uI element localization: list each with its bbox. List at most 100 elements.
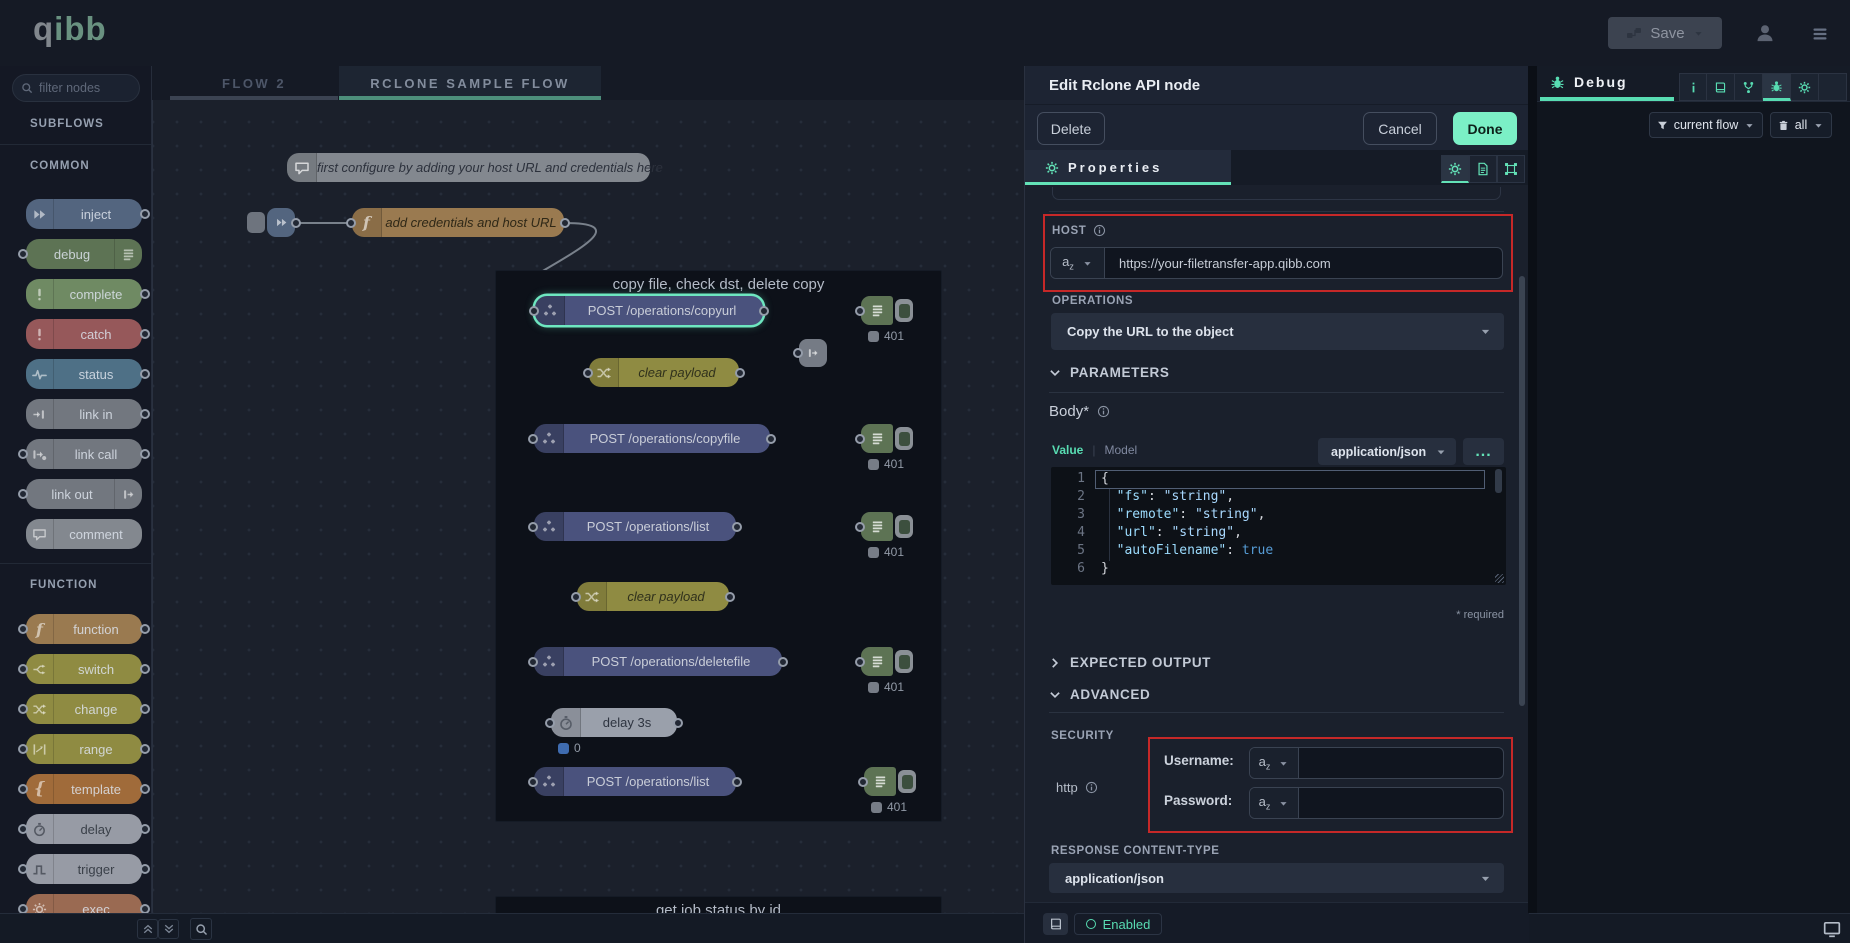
output-port[interactable] <box>140 449 150 459</box>
palette-item-catch[interactable]: catch <box>26 319 142 349</box>
input-port[interactable] <box>18 664 28 674</box>
node-fn1[interactable]: fadd credentials and host URL <box>352 208 564 237</box>
input-port[interactable] <box>793 348 803 358</box>
username-type-selector[interactable]: az <box>1250 748 1299 778</box>
node-debug[interactable] <box>864 767 916 796</box>
input-port[interactable] <box>855 657 865 667</box>
code-line[interactable]: 6} <box>1051 561 1506 579</box>
debug-clear-button[interactable]: all <box>1770 112 1832 138</box>
code-line[interactable]: 5 "autoFilename": true <box>1051 543 1506 561</box>
node-comment1[interactable]: first configure by adding your host URL … <box>287 153 650 182</box>
output-port[interactable] <box>766 434 776 444</box>
parameters-section-header[interactable]: PARAMETERS <box>1049 365 1170 380</box>
node-copyurl[interactable]: POST /operations/copyurl <box>535 296 763 325</box>
debug-toggle-button[interactable] <box>895 650 913 673</box>
editor-resize-handle[interactable] <box>1495 574 1504 583</box>
response-content-type-dropdown[interactable]: application/json <box>1049 863 1504 893</box>
body-code-editor[interactable]: 1{2 "fs": "string",3 "remote": "string",… <box>1051 467 1506 585</box>
expected-output-section-header[interactable]: EXPECTED OUTPUT <box>1049 655 1211 670</box>
node-list1[interactable]: POST /operations/list <box>534 512 736 541</box>
info-icon[interactable] <box>1093 224 1106 237</box>
palette-section-common[interactable]: COMMON <box>0 154 152 178</box>
input-port[interactable] <box>18 864 28 874</box>
flow-tab-1[interactable]: FLOW 2 <box>170 66 338 100</box>
tab-model[interactable]: Model <box>1104 443 1137 457</box>
node-debug[interactable] <box>861 424 913 453</box>
output-port[interactable] <box>735 368 745 378</box>
output-port[interactable] <box>140 744 150 754</box>
sidebar-toggle-icon[interactable] <box>1822 920 1842 938</box>
input-port[interactable] <box>346 218 356 228</box>
sidebar-tab-book[interactable] <box>1707 73 1735 101</box>
palette-item-function[interactable]: ffunction <box>26 614 142 644</box>
cancel-button[interactable]: Cancel <box>1363 112 1437 145</box>
palette-item-range[interactable]: range <box>26 734 142 764</box>
output-port[interactable] <box>140 864 150 874</box>
palette-item-complete[interactable]: complete <box>26 279 142 309</box>
zoom-button[interactable] <box>190 918 212 940</box>
node-copyfile[interactable]: POST /operations/copyfile <box>534 424 770 453</box>
debug-toggle-button[interactable] <box>895 515 913 538</box>
output-port[interactable] <box>140 369 150 379</box>
user-icon[interactable] <box>1755 23 1775 43</box>
debug-toggle-button[interactable] <box>898 770 916 793</box>
palette-collapse-button[interactable] <box>137 919 158 939</box>
palette-item-link-call[interactable]: link call <box>26 439 142 469</box>
palette-section-subflows[interactable]: SUBFLOWS <box>0 112 152 136</box>
output-port[interactable] <box>732 777 742 787</box>
palette-section-function[interactable]: FUNCTION <box>0 573 152 597</box>
enabled-toggle[interactable]: Enabled <box>1074 913 1162 935</box>
code-line[interactable]: 3 "remote": "string", <box>1051 507 1506 525</box>
palette-item-switch[interactable]: switch <box>26 654 142 684</box>
search-input[interactable] <box>39 81 129 95</box>
input-port[interactable] <box>18 744 28 754</box>
info-icon[interactable] <box>1097 405 1110 418</box>
output-port[interactable] <box>778 657 788 667</box>
node-debug[interactable] <box>861 647 913 676</box>
output-port[interactable] <box>140 704 150 714</box>
code-line[interactable]: 1{ <box>1051 471 1506 489</box>
content-type-dropdown[interactable]: application/json <box>1318 438 1456 465</box>
input-port[interactable] <box>855 434 865 444</box>
tab-properties[interactable]: Properties <box>1025 150 1231 185</box>
node-debug[interactable] <box>861 512 913 541</box>
input-port[interactable] <box>18 784 28 794</box>
debug-tab[interactable]: Debug <box>1550 74 1628 90</box>
palette-item-change[interactable]: change <box>26 694 142 724</box>
input-port[interactable] <box>18 449 28 459</box>
input-port[interactable] <box>18 904 28 913</box>
node-clear1[interactable]: clear payload <box>589 358 739 387</box>
tab-description-icon[interactable] <box>1469 155 1497 183</box>
input-port[interactable] <box>855 522 865 532</box>
inject-button[interactable] <box>247 212 265 233</box>
tab-value[interactable]: Value <box>1052 443 1083 457</box>
editor-scrollbar[interactable] <box>1495 469 1502 493</box>
node-deletefile[interactable]: POST /operations/deletefile <box>534 647 782 676</box>
input-port[interactable] <box>571 592 581 602</box>
output-port[interactable] <box>759 306 769 316</box>
menu-icon[interactable] <box>1809 26 1831 42</box>
done-button[interactable]: Done <box>1453 112 1517 145</box>
input-port[interactable] <box>18 489 28 499</box>
node-debug[interactable] <box>861 296 913 325</box>
output-port[interactable] <box>732 522 742 532</box>
sidebar-tab-bug[interactable] <box>1763 73 1791 101</box>
output-port[interactable] <box>140 409 150 419</box>
output-port[interactable] <box>140 209 150 219</box>
output-port[interactable] <box>673 718 683 728</box>
input-port[interactable] <box>583 368 593 378</box>
output-port[interactable] <box>140 329 150 339</box>
node-delay1[interactable]: delay 3s <box>551 708 677 737</box>
input-port[interactable] <box>18 624 28 634</box>
sidebar-tab-info[interactable] <box>1679 73 1707 101</box>
input-port[interactable] <box>858 777 868 787</box>
palette-item-template[interactable]: {template <box>26 774 142 804</box>
output-port[interactable] <box>140 784 150 794</box>
operations-dropdown[interactable]: Copy the URL to the object <box>1051 313 1504 350</box>
host-type-selector[interactable]: az <box>1051 248 1105 278</box>
docs-button[interactable] <box>1043 913 1068 935</box>
host-input[interactable] <box>1105 256 1502 271</box>
tab-appearance-icon[interactable] <box>1497 155 1525 183</box>
input-port[interactable] <box>528 434 538 444</box>
debug-toggle-button[interactable] <box>895 427 913 450</box>
